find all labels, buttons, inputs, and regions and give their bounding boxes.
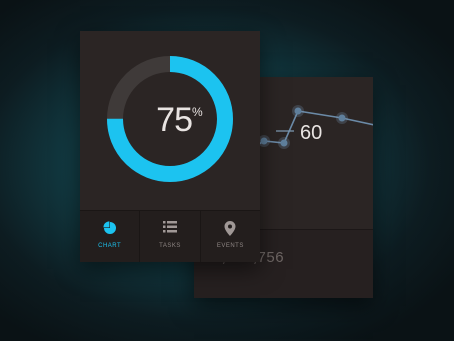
tab-bar: CHART TASKS EVENTS bbox=[80, 210, 260, 262]
chart-point bbox=[280, 139, 288, 147]
tab-events[interactable]: EVENTS bbox=[201, 211, 260, 262]
progress-value: 75 bbox=[156, 101, 193, 139]
progress-unit: % bbox=[192, 105, 203, 119]
chart-point bbox=[338, 114, 346, 122]
list-icon bbox=[162, 221, 177, 233]
progress-card: 75 % CHART TASKS EVENTS bbox=[80, 31, 260, 262]
tab-chart[interactable]: CHART bbox=[80, 211, 141, 262]
tab-events-label: EVENTS bbox=[216, 243, 244, 249]
chart-point bbox=[260, 137, 268, 145]
peak-value-label: 60 bbox=[300, 122, 322, 144]
chart-point bbox=[294, 107, 302, 115]
pie-chart-icon bbox=[103, 221, 116, 234]
tab-tasks-label: TASKS bbox=[159, 243, 181, 249]
location-pin-icon bbox=[224, 221, 236, 236]
tab-chart-label: CHART bbox=[98, 243, 122, 249]
tab-tasks[interactable]: TASKS bbox=[140, 211, 201, 262]
